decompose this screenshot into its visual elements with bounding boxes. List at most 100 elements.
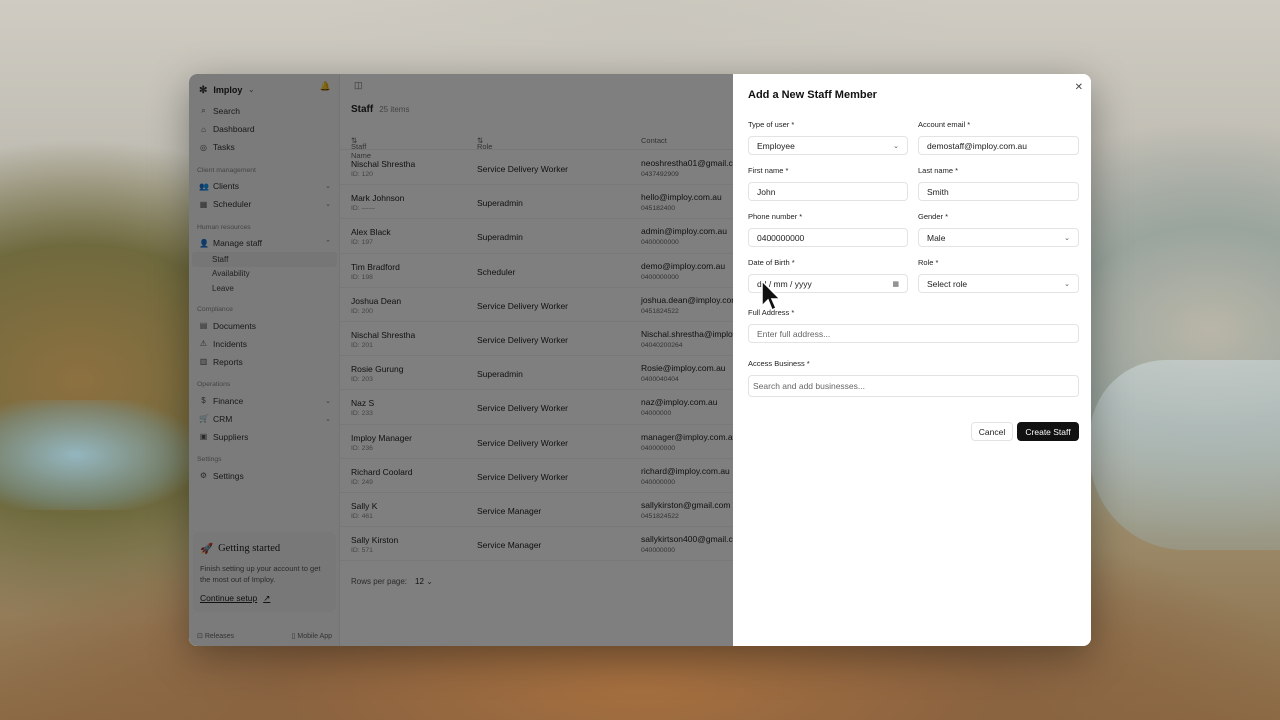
table-row[interactable]: Nischal Shrestha ID: 201 Service Delivery … bbox=[340, 322, 767, 357]
sidebar-item-search[interactable]: ⌕ Search bbox=[189, 102, 340, 120]
notification-bell-icon[interactable]: 🔔 bbox=[320, 81, 331, 92]
staff-id: ID: 233 bbox=[351, 410, 373, 418]
arrow-up-right-icon: ↗ bbox=[263, 593, 271, 603]
releases-link[interactable]: ⊡ Releases bbox=[197, 632, 234, 640]
staff-email: naz@imploy.com.au bbox=[641, 397, 718, 408]
type-of-user-field: Type of user * Employee ⌄ bbox=[748, 120, 908, 155]
rows-per-page-select[interactable]: 12 ⌄ bbox=[415, 577, 433, 586]
gender-select[interactable]: Male ⌄ bbox=[918, 228, 1079, 247]
first-name-input[interactable]: John bbox=[748, 182, 908, 201]
sidebar-item-tasks[interactable]: ◎ Tasks bbox=[189, 138, 340, 156]
account-email-input[interactable]: demostaff@imploy.com.au bbox=[918, 136, 1079, 155]
section-heading-hr: Human resources bbox=[197, 223, 251, 231]
item-count: 25 items bbox=[379, 105, 410, 114]
table-row[interactable]: Alex Black ID: 197 Superadmin admin@imploy.… bbox=[340, 219, 733, 254]
staff-role: Service Manager bbox=[477, 505, 542, 516]
sidebar-item-manage-staff[interactable]: 👤 Manage staff ⌃ bbox=[189, 234, 340, 252]
table-row[interactable]: Mark Johnson ID: ------ Superadmin hello@im… bbox=[340, 185, 733, 220]
table-row[interactable]: Rosie Gurung ID: 203 Superadmin Rosie@implo… bbox=[340, 356, 733, 391]
staff-name: Rosie Gurung bbox=[351, 364, 404, 375]
mobile-app-link[interactable]: ▯ Mobile App bbox=[292, 632, 332, 640]
table-row[interactable]: Sally K ID: 461 Service Manager sallykirsto… bbox=[340, 493, 733, 528]
sidebar-item-scheduler[interactable]: ▦ Scheduler ⌄ bbox=[189, 195, 340, 213]
table-row[interactable]: Tim Bradford ID: 198 Scheduler demo@imploy.… bbox=[340, 254, 733, 288]
sidebar-item-label: Documents bbox=[213, 320, 256, 331]
access-business-field: Access Business * Search and add busines… bbox=[748, 359, 1079, 397]
staff-phone: 04040200264 bbox=[641, 341, 683, 349]
role-select[interactable]: Select role ⌄ bbox=[918, 274, 1079, 293]
phone-number-field: Phone number * 0400000000 bbox=[748, 212, 908, 247]
staff-role: Service Delivery Worker bbox=[477, 403, 569, 414]
sidebar-item-label: Finance bbox=[213, 395, 244, 406]
sidebar-toggle-icon[interactable]: ◫ bbox=[354, 80, 363, 91]
users-icon: 👥 bbox=[199, 181, 209, 191]
sidebar-item-label: Search bbox=[213, 106, 240, 116]
getting-started-description: Finish setting up your account to get th… bbox=[200, 564, 321, 584]
table-row[interactable]: Nischal Shrestha ID: 120 Service Delivery … bbox=[340, 151, 745, 186]
staff-email: manager@imploy.com.au bbox=[641, 431, 738, 442]
field-label: Date of Birth * bbox=[748, 258, 795, 267]
table-row[interactable]: Joshua Dean ID: 200 Service Delivery Worke… bbox=[340, 288, 750, 322]
chevron-down-icon: ⌄ bbox=[325, 397, 331, 405]
last-name-input[interactable]: Smith bbox=[918, 182, 1079, 201]
sidebar-item-label: Scheduler bbox=[213, 199, 252, 209]
table-row[interactable]: Sally Kirston ID: 571 Service Manager sally… bbox=[340, 527, 745, 562]
box-icon: ▣ bbox=[199, 432, 208, 441]
column-header-contact: Contact bbox=[641, 136, 667, 145]
table-row[interactable]: Richard Coolard ID: 249 Service Delivery W… bbox=[340, 459, 733, 493]
type-of-user-select[interactable]: Employee ⌄ bbox=[748, 136, 908, 155]
field-label: Access Business * bbox=[748, 359, 810, 368]
access-business-input[interactable]: Search and add businesses... bbox=[748, 375, 1079, 397]
page-title-text: Staff bbox=[351, 104, 374, 115]
chevron-down-icon: ⌄ bbox=[1064, 280, 1070, 288]
table-row[interactable]: Imploy Manager ID: 236 Service Delivery Wo… bbox=[340, 425, 737, 459]
phone-number-input[interactable]: 0400000000 bbox=[748, 228, 908, 247]
sidebar-item-incidents[interactable]: ⚠ Incidents bbox=[189, 335, 340, 353]
create-staff-button[interactable]: Create Staff bbox=[1017, 422, 1079, 441]
sidebar-item-clients[interactable]: 👥 Clients ⌄ bbox=[189, 177, 340, 195]
check-circle-icon: ◎ bbox=[200, 142, 207, 152]
table-header: Staff Name ⇅ Role ⇅ Contact bbox=[340, 130, 733, 160]
sidebar-subitem-staff[interactable]: Staff bbox=[192, 252, 337, 267]
sidebar-item-label: Incidents bbox=[213, 338, 248, 349]
column-header-name[interactable]: Staff Name ⇅ bbox=[351, 136, 371, 160]
sidebar-item-label: CRM bbox=[213, 413, 233, 424]
section-heading-operations: Operations bbox=[197, 381, 231, 388]
sidebar-item-documents[interactable]: ▤ Documents bbox=[189, 317, 340, 335]
first-name-field: First name * John bbox=[748, 166, 908, 201]
sidebar-subitem-availability[interactable]: Availability bbox=[189, 267, 340, 282]
rocket-icon: 🚀 bbox=[200, 544, 214, 555]
rows-per-page-value: 12 bbox=[415, 577, 424, 586]
staff-name: Nischal Shrestha bbox=[351, 329, 416, 340]
app-window: ✻ Imploy ⌄ 🔔 ⌕ Search ⌂ Dashboard ◎ Task… bbox=[189, 74, 1091, 646]
staff-id: ID: 120 bbox=[351, 171, 373, 178]
sidebar-subitem-leave[interactable]: Leave bbox=[189, 281, 340, 296]
continue-setup-label: Continue setup bbox=[200, 593, 258, 603]
sidebar-item-label: Clients bbox=[213, 181, 239, 191]
sidebar-item-reports[interactable]: ▥ Reports bbox=[189, 353, 340, 371]
chart-icon: ▥ bbox=[199, 357, 208, 366]
field-label: Full Address * bbox=[748, 308, 795, 317]
staff-name: Richard Coolard bbox=[351, 466, 413, 477]
sidebar-item-settings[interactable]: ⚙ Settings bbox=[189, 467, 340, 485]
staff-role: Service Delivery Worker bbox=[477, 334, 569, 345]
sidebar-item-crm[interactable]: 🛒 CRM ⌄ bbox=[189, 410, 340, 428]
table-row[interactable]: Naz S ID: 233 Service Delivery Worker naz@i… bbox=[340, 390, 733, 425]
close-icon[interactable]: ✕ bbox=[1075, 82, 1083, 93]
workspace-switcher[interactable]: ✻ Imploy ⌄ bbox=[199, 80, 254, 100]
mouse-cursor-icon bbox=[761, 280, 782, 312]
continue-setup-link[interactable]: Continue setup ↗ bbox=[200, 593, 329, 604]
staff-phone: 0400000000 bbox=[641, 239, 679, 247]
full-address-input[interactable]: Enter full address... bbox=[748, 324, 1079, 343]
cancel-button[interactable]: Cancel bbox=[971, 422, 1013, 441]
staff-phone: 04000000 bbox=[641, 410, 672, 418]
sidebar-item-suppliers[interactable]: ▣ Suppliers bbox=[189, 428, 340, 446]
sidebar-item-dashboard[interactable]: ⌂ Dashboard bbox=[189, 120, 340, 138]
staff-id: ID: 200 bbox=[351, 307, 373, 315]
column-header-role[interactable]: Role ⇅ bbox=[477, 136, 492, 151]
field-label: Phone number * bbox=[748, 212, 803, 221]
sidebar-item-finance[interactable]: $ Finance ⌄ bbox=[189, 392, 340, 410]
calendar-icon[interactable]: ▦ bbox=[892, 280, 899, 288]
staff-phone: 0400040404 bbox=[641, 376, 679, 384]
staff-email: sallykirtson400@gmail.com bbox=[641, 534, 745, 545]
